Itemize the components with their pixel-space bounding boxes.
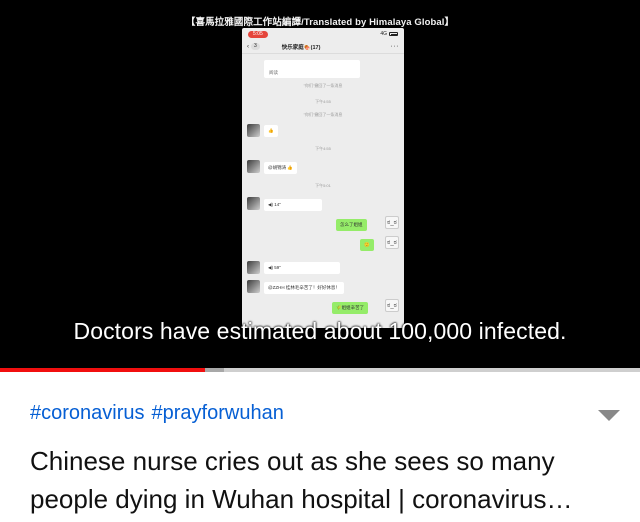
chat-bubble: 👍 <box>264 125 278 137</box>
video-player[interactable]: 【喜馬拉雅國際工作站編譯/Translated by Himalaya Glob… <box>0 0 640 370</box>
hashtag-row: #coronavirus #prayforwuhan <box>30 402 284 425</box>
signal-label: 4G <box>380 31 387 37</box>
system-message: "你们"撤回了一条消息 <box>303 112 343 117</box>
system-message: "你们"撤回了一条消息 <box>303 83 343 88</box>
chat-title: 快乐家庭🍖(17) <box>281 44 321 51</box>
battery-icon <box>389 32 398 36</box>
chevron-down-icon[interactable] <box>598 410 620 421</box>
back-arrow-icon: ‹ <box>247 43 249 50</box>
chat-bubble-sent: 怎么了姐姐 <box>336 219 367 231</box>
sticker-avatar: ಠ_ಠ <box>385 236 399 249</box>
status-indicators: 4G <box>380 31 398 37</box>
back-count: 3 <box>251 43 260 50</box>
more-icon: ··· <box>390 43 399 50</box>
sticker-avatar: ಠ_ಠ <box>385 299 399 312</box>
progress-played <box>0 368 205 372</box>
avatar <box>247 280 260 293</box>
video-progress-bar[interactable] <box>0 368 640 372</box>
phone-screen-recording: 5:05 4G ‹ 3 快乐家庭🍖(17) ··· 阅读 "你们"撤回了一条消息… <box>242 28 404 328</box>
system-timestamp: 下午5:01 <box>315 183 331 188</box>
voice-message: ◀) 59" <box>264 262 340 274</box>
avatar <box>247 160 260 173</box>
phone-status-bar: 5:05 4G <box>242 28 404 40</box>
voice-message: ◀) 14" <box>264 199 322 211</box>
avatar <box>247 197 260 210</box>
video-subtitle: Doctors have estimated about 100,000 inf… <box>73 318 567 344</box>
hashtag-link[interactable]: #prayforwuhan <box>152 402 284 425</box>
chat-bubble-sent: 🌾姐姐辛苦了 <box>332 302 369 314</box>
video-title[interactable]: Chinese nurse cries out as she sees so m… <box>30 442 600 518</box>
chat-header: ‹ 3 快乐家庭🍖(17) ··· <box>242 40 404 54</box>
chat-bubble-sent: 🙂 <box>360 239 374 251</box>
status-time: 5:05 <box>248 30 268 38</box>
translation-credit: 【喜馬拉雅國際工作站編譯/Translated by Himalaya Glob… <box>185 17 455 28</box>
system-timestamp: 下午4:55 <box>315 99 331 104</box>
avatar <box>247 124 260 137</box>
chat-bubble-top: 阅读 <box>264 60 360 78</box>
chat-bubble: @ZZHH 桂林毛辛苦了！好好休息！ <box>264 282 344 294</box>
progress-buffered <box>204 368 224 372</box>
avatar <box>247 261 260 274</box>
chat-bubble: @胡锦涛 👍 <box>264 162 297 174</box>
system-timestamp: 下午4:55 <box>315 146 331 151</box>
sticker-avatar: ಠ_ಠ <box>385 216 399 229</box>
hashtag-link[interactable]: #coronavirus <box>30 402 145 425</box>
